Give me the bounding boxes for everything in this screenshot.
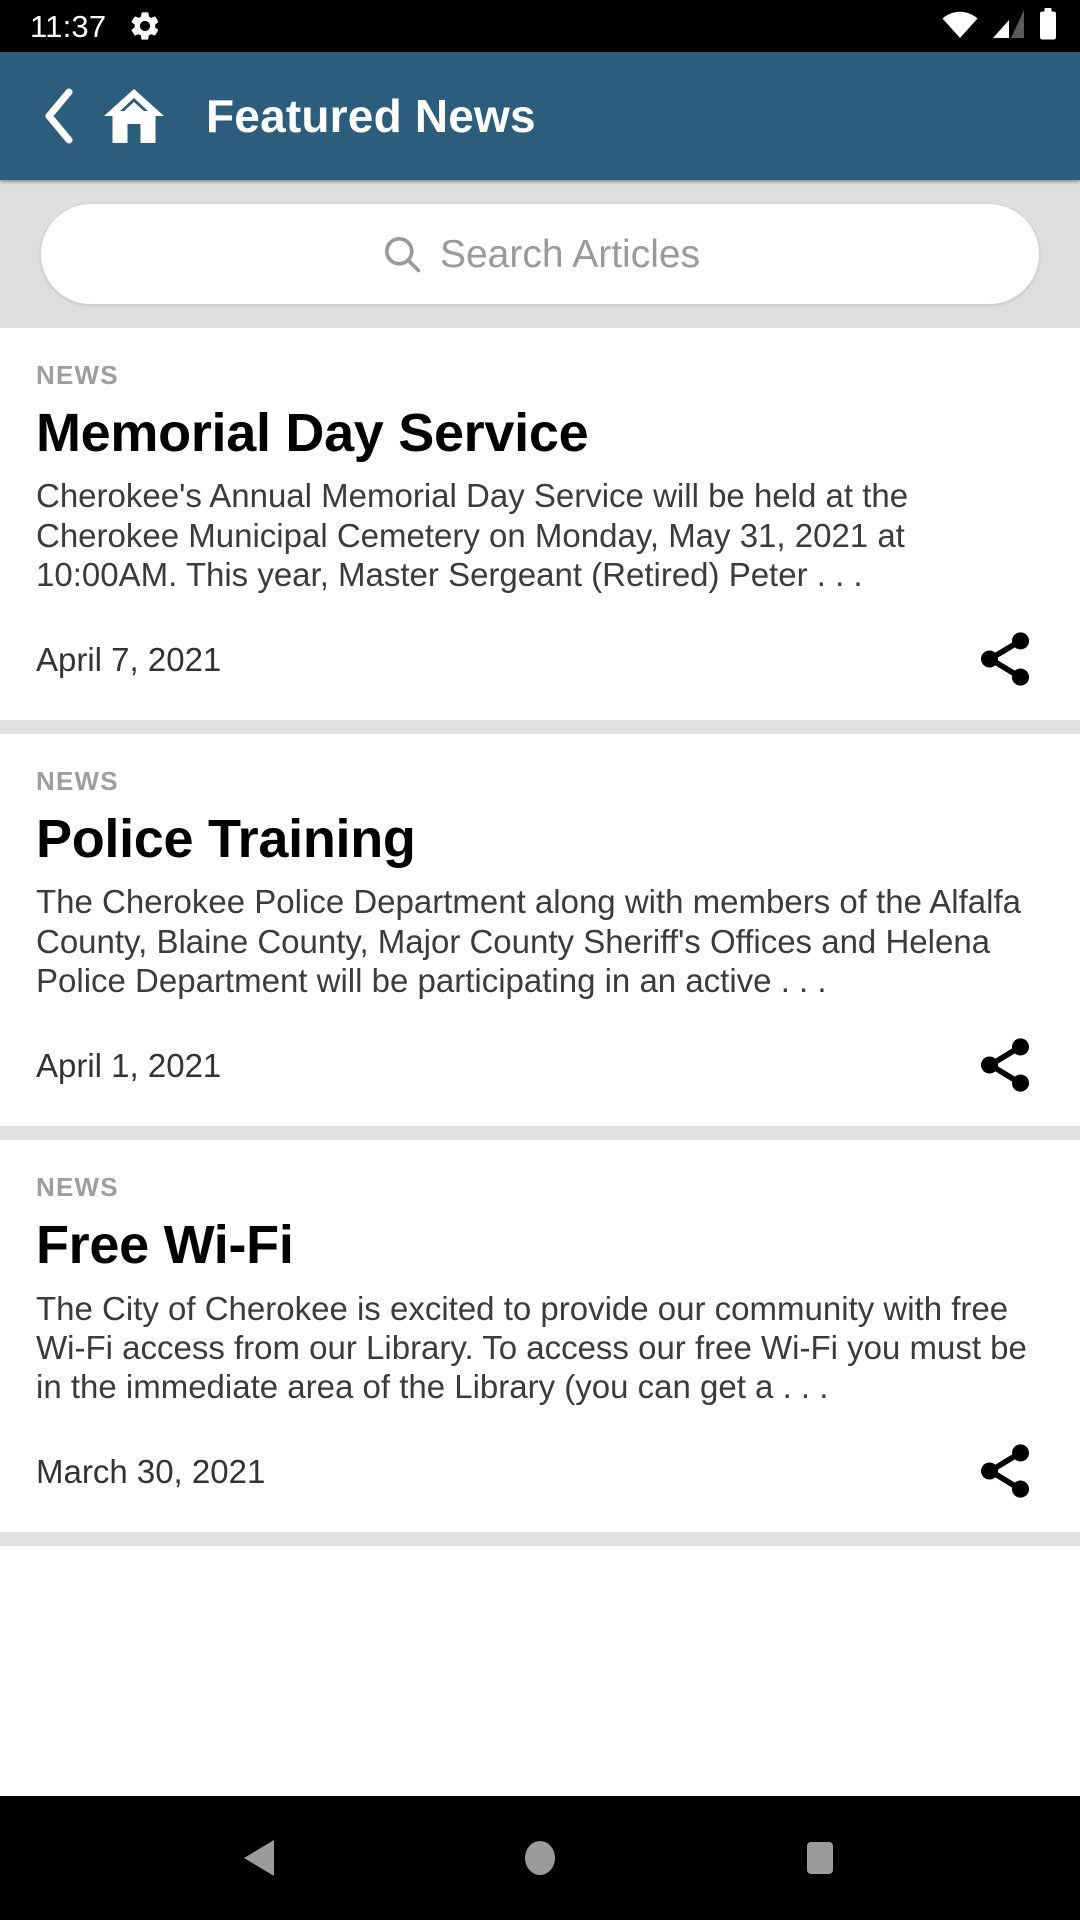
- list-divider: [0, 720, 1080, 735]
- article-list[interactable]: NEWS Memorial Day Service Cherokee's Ann…: [0, 328, 1080, 1796]
- android-nav-bar: [0, 1796, 1080, 1920]
- phone-screen: 11:37 Featured News Search Articles NEWS…: [0, 0, 1080, 1920]
- list-divider: [0, 1126, 1080, 1141]
- page-title: Featured News: [206, 90, 536, 142]
- search-input[interactable]: Search Articles: [40, 203, 1040, 305]
- article-date: April 1, 2021: [36, 1046, 222, 1084]
- list-item[interactable]: NEWS Police Training The Cherokee Police…: [0, 734, 1080, 1127]
- back-button[interactable]: [40, 85, 80, 147]
- article-headline[interactable]: Free Wi-Fi: [36, 1216, 1044, 1275]
- share-icon[interactable]: [966, 1436, 1044, 1506]
- search-icon: [380, 232, 424, 276]
- cellular-signal-icon: [991, 9, 1025, 44]
- wifi-icon: [942, 9, 978, 44]
- search-zone: Search Articles: [0, 180, 1080, 328]
- article-kicker: NEWS: [36, 766, 119, 797]
- article-date: April 7, 2021: [36, 640, 222, 678]
- article-meta-row: April 7, 2021: [36, 624, 1044, 720]
- gear-icon: [128, 9, 162, 43]
- article-summary: Cherokee's Annual Memorial Day Service w…: [36, 477, 909, 593]
- share-icon[interactable]: [966, 624, 1044, 694]
- article-date: March 30, 2021: [36, 1452, 266, 1490]
- list-item[interactable]: NEWS Memorial Day Service Cherokee's Ann…: [0, 328, 1080, 721]
- share-icon[interactable]: [966, 1030, 1044, 1100]
- article-meta-row: March 30, 2021: [36, 1436, 1044, 1532]
- recents-square-icon[interactable]: [760, 1837, 880, 1879]
- article-kicker: NEWS: [36, 360, 119, 390]
- list-divider: [0, 1532, 1080, 1547]
- status-bar-time: 11:37: [30, 8, 107, 44]
- article-headline[interactable]: Memorial Day Service: [36, 404, 1044, 463]
- article-summary: The City of Cherokee is excited to provi…: [36, 1289, 1027, 1406]
- search-placeholder: Search Articles: [439, 232, 701, 276]
- list-item[interactable]: NEWS Free Wi-Fi The City of Cherokee is …: [0, 1140, 1080, 1533]
- status-bar: 11:37: [0, 0, 1080, 52]
- back-triangle-icon[interactable]: [200, 1837, 320, 1879]
- article-summary: The Cherokee Police Department along wit…: [36, 883, 1022, 999]
- status-bar-icons: [942, 7, 1058, 45]
- article-kicker: NEWS: [36, 1172, 119, 1203]
- article-headline[interactable]: Police Training: [36, 810, 1044, 869]
- home-icon[interactable]: [102, 86, 166, 146]
- battery-full-icon: [1038, 7, 1058, 45]
- home-circle-icon[interactable]: [480, 1837, 600, 1879]
- app-bar: Featured News: [0, 52, 1080, 180]
- article-meta-row: April 1, 2021: [36, 1030, 1044, 1126]
